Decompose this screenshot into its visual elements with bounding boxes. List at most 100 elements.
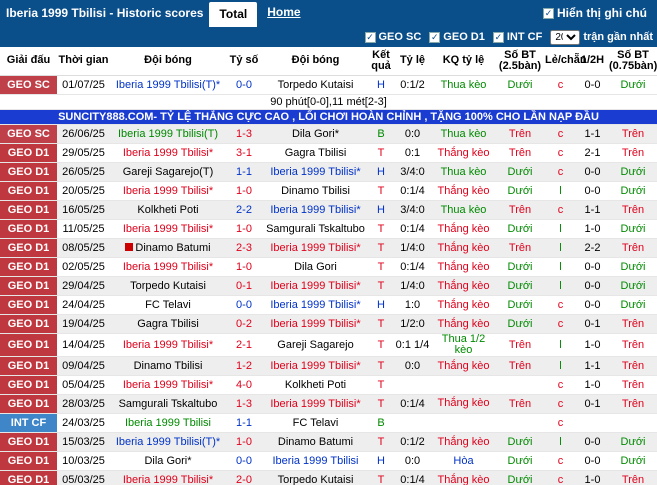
match-score[interactable]: 4-0 [226, 375, 262, 395]
home-team[interactable]: Dila Gori* [110, 451, 226, 471]
table-row[interactable]: INT CF 24/03/25 Iberia 1999 Tbilisi 1-1 FC T… [0, 413, 657, 433]
league-badge[interactable]: GEO SC [0, 75, 57, 95]
home-team[interactable]: Iberia 1999 Tbilisi* [110, 375, 226, 395]
league-badge[interactable]: GEO D1 [0, 451, 57, 471]
filter-geo-d1[interactable]: ✓ GEO D1 [429, 31, 485, 43]
away-team[interactable]: FC Telavi [262, 413, 369, 433]
match-score[interactable]: 0-0 [226, 451, 262, 471]
match-score[interactable]: 0-1 [226, 276, 262, 296]
home-team[interactable]: Iberia 1999 Tbilisi* [110, 470, 226, 485]
away-team[interactable]: Dila Gori* [262, 124, 369, 144]
away-team[interactable]: Samgurali Tskaltubo [262, 219, 369, 239]
away-team[interactable]: Iberia 1999 Tbilisi* [262, 276, 369, 296]
match-score[interactable]: 1-0 [226, 432, 262, 452]
match-score[interactable]: 2-0 [226, 470, 262, 485]
home-team[interactable]: Gareji Sagarejo(T) [110, 162, 226, 182]
table-row[interactable]: GEO D1 29/04/25 Torpedo Kutaisi 0-1 Iberia 1… [0, 276, 657, 296]
away-team[interactable]: Iberia 1999 Tbilisi* [262, 394, 369, 414]
away-team[interactable]: Iberia 1999 Tbilisi [262, 451, 369, 471]
match-score[interactable]: 0-2 [226, 314, 262, 334]
away-team[interactable]: Gagra Tbilisi [262, 143, 369, 163]
table-row[interactable]: GEO D1 24/04/25 FC Telavi 0-0 Iberia 1999 Tb… [0, 295, 657, 315]
away-team[interactable]: Kolkheti Poti [262, 375, 369, 395]
table-row[interactable]: GEO D1 28/03/25 Samgurali Tskaltubo 1-3 Iber… [0, 394, 657, 414]
filter-geo-sc[interactable]: ✓ GEO SC [364, 31, 421, 43]
league-badge[interactable]: GEO D1 [0, 276, 57, 296]
league-badge[interactable]: INT CF [0, 413, 57, 433]
show-notes-toggle[interactable]: ✓ Hiển thị ghi chú [543, 6, 647, 20]
match-score[interactable]: 2-3 [226, 238, 262, 258]
away-team[interactable]: Iberia 1999 Tbilisi* [262, 295, 369, 315]
table-row[interactable]: GEO D1 20/05/25 Iberia 1999 Tbilisi* 1-0 Din… [0, 181, 657, 201]
table-row[interactable]: GEO D1 19/04/25 Gagra Tbilisi 0-2 Iberia 199… [0, 314, 657, 334]
home-team[interactable]: Gagra Tbilisi [110, 314, 226, 334]
home-team[interactable]: Iberia 1999 Tbilisi(T)* [110, 75, 226, 95]
away-team[interactable]: Iberia 1999 Tbilisi* [262, 238, 369, 258]
tab-total[interactable]: Total [209, 2, 258, 27]
home-team[interactable]: Iberia 1999 Tbilisi* [110, 257, 226, 277]
table-row[interactable]: GEO D1 09/04/25 Dinamo Tbilisi 1-2 Iberia 19… [0, 356, 657, 376]
league-badge[interactable]: GEO D1 [0, 162, 57, 182]
away-team[interactable]: Gareji Sagarejo [262, 333, 369, 357]
table-row[interactable]: GEO D1 08/05/25 Dinamo Batumi 2-3 Iberia 199… [0, 238, 657, 258]
table-row[interactable]: GEO D1 14/04/25 Iberia 1999 Tbilisi* 2-1 Gar… [0, 333, 657, 357]
ad-banner[interactable]: SUNCITY888.COM- TỶ LỆ THẮNG CỰC CAO , LỐ… [0, 109, 657, 125]
league-badge[interactable]: GEO D1 [0, 432, 57, 452]
checkbox-icon[interactable]: ✓ [429, 31, 441, 43]
league-badge[interactable]: GEO D1 [0, 257, 57, 277]
home-team[interactable]: Dinamo Tbilisi [110, 356, 226, 376]
tab-home[interactable]: Home [257, 0, 310, 27]
recent-count-select[interactable]: 20 [550, 29, 581, 45]
home-team[interactable]: Iberia 1999 Tbilisi* [110, 219, 226, 239]
match-score[interactable]: 1-0 [226, 219, 262, 239]
match-score[interactable]: 1-0 [226, 181, 262, 201]
away-team[interactable]: Iberia 1999 Tbilisi* [262, 200, 369, 220]
table-row[interactable]: GEO D1 16/05/25 Kolkheti Poti 2-2 Iberia 199… [0, 200, 657, 220]
home-team[interactable]: Iberia 1999 Tbilisi* [110, 181, 226, 201]
away-team[interactable]: Dinamo Tbilisi [262, 181, 369, 201]
match-score[interactable]: 1-3 [226, 124, 262, 144]
match-score[interactable]: 0-0 [226, 295, 262, 315]
away-team[interactable]: Dinamo Batumi [262, 432, 369, 452]
home-team[interactable]: Iberia 1999 Tbilisi [110, 413, 226, 433]
home-team[interactable]: Iberia 1999 Tbilisi* [110, 333, 226, 357]
home-team[interactable]: Iberia 1999 Tbilisi(T) [110, 124, 226, 144]
league-badge[interactable]: GEO D1 [0, 295, 57, 315]
home-team[interactable]: Dinamo Batumi [110, 238, 226, 258]
home-team[interactable]: Torpedo Kutaisi [110, 276, 226, 296]
checkbox-icon[interactable]: ✓ [543, 7, 554, 19]
match-score[interactable]: 1-3 [226, 394, 262, 414]
league-badge[interactable]: GEO D1 [0, 314, 57, 334]
league-badge[interactable]: GEO D1 [0, 356, 57, 376]
league-badge[interactable]: GEO D1 [0, 200, 57, 220]
away-team[interactable]: Iberia 1999 Tbilisi* [262, 356, 369, 376]
league-badge[interactable]: GEO SC [0, 124, 57, 144]
filter-int-cf[interactable]: ✓ INT CF [492, 31, 542, 43]
match-score[interactable]: 2-2 [226, 200, 262, 220]
home-team[interactable]: Samgurali Tskaltubo [110, 394, 226, 414]
league-badge[interactable]: GEO D1 [0, 219, 57, 239]
match-score[interactable]: 2-1 [226, 333, 262, 357]
away-team[interactable]: Torpedo Kutaisi [262, 75, 369, 95]
table-row[interactable]: GEO D1 05/03/25 Iberia 1999 Tbilisi* 2-0 Tor… [0, 470, 657, 485]
league-badge[interactable]: GEO D1 [0, 143, 57, 163]
away-team[interactable]: Torpedo Kutaisi [262, 470, 369, 485]
match-score[interactable]: 3-1 [226, 143, 262, 163]
match-score[interactable]: 1-0 [226, 257, 262, 277]
table-row[interactable]: GEO D1 26/05/25 Gareji Sagarejo(T) 1-1 Iberi… [0, 162, 657, 182]
league-badge[interactable]: GEO D1 [0, 181, 57, 201]
league-badge[interactable]: GEO D1 [0, 470, 57, 485]
home-team[interactable]: Iberia 1999 Tbilisi* [110, 143, 226, 163]
league-badge[interactable]: GEO D1 [0, 333, 57, 357]
home-team[interactable]: FC Telavi [110, 295, 226, 315]
table-row[interactable]: GEO SC 26/06/25 Iberia 1999 Tbilisi(T) 1-3 D… [0, 124, 657, 144]
away-team[interactable]: Dila Gori [262, 257, 369, 277]
table-row[interactable]: GEO SC 01/07/25 Iberia 1999 Tbilisi(T)* 0-0… [0, 75, 657, 95]
table-row[interactable]: GEO D1 10/03/25 Dila Gori* 0-0 Iberia 1999 T… [0, 451, 657, 471]
match-score[interactable]: 1-1 [226, 413, 262, 433]
checkbox-icon[interactable]: ✓ [492, 31, 504, 43]
league-badge[interactable]: GEO D1 [0, 375, 57, 395]
table-row[interactable]: GEO D1 05/04/25 Iberia 1999 Tbilisi* 4-0 Kol… [0, 375, 657, 395]
home-team[interactable]: Iberia 1999 Tbilisi(T)* [110, 432, 226, 452]
match-score[interactable]: 1-2 [226, 356, 262, 376]
